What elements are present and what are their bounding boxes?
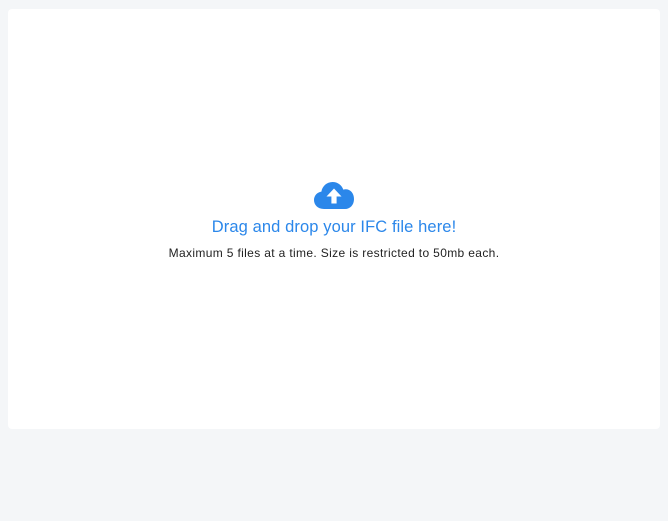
dropzone-headline: Drag and drop your IFC file here! — [211, 218, 457, 236]
dropzone-content: Drag and drop your IFC file here! Maximu… — [8, 180, 660, 260]
dropzone-subtext: Maximum 5 files at a time. Size is restr… — [168, 246, 500, 260]
cloud-upload-icon — [314, 182, 354, 209]
file-dropzone[interactable]: Drag and drop your IFC file here! Maximu… — [8, 9, 660, 429]
